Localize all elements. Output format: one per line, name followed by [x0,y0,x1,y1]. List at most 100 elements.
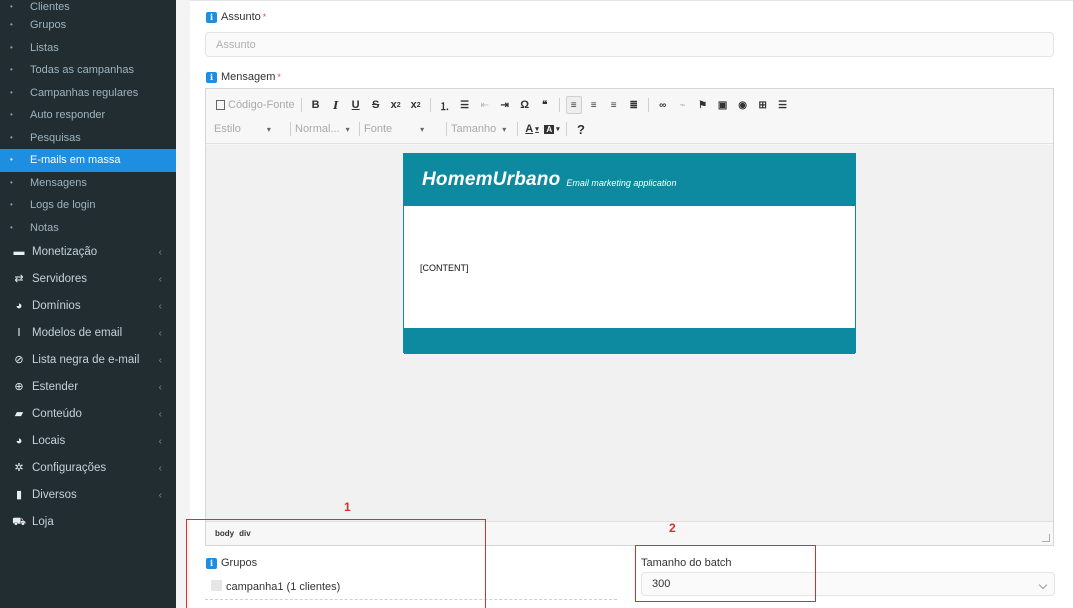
bold-icon[interactable]: B [308,96,324,114]
sidebar-subitem-label: Clientes [30,1,70,13]
chevron-down-icon: ▾ [266,124,271,134]
chevron-down-icon: ▾ [502,124,507,134]
sidebar-item[interactable]: ◕ Domínios ‹ [0,293,176,320]
align-center-icon[interactable]: ≡ [586,96,602,114]
outdent-icon[interactable]: ⇤ [477,96,493,114]
sidebar-submenu: • Clientes • Grupos • Listas • Todas as campanh… [0,0,176,239]
anchor-flag-icon[interactable]: ⚑ [695,96,711,114]
source-icon [216,100,225,110]
chevron-down-icon: ▾ [420,124,425,134]
sidebar-item[interactable]: ▬ Monetização ‹ [0,239,176,266]
bullet-icon: • [10,200,13,209]
annotation-number-2: 2 [669,521,676,535]
bullet-icon: • [10,132,13,142]
globe-icon: ◕ [15,435,23,447]
sidebar-item[interactable]: ⊕ Estender ‹ [0,374,176,401]
annotation-box-1 [186,519,486,608]
chevron-left-icon: ‹ [158,382,162,393]
main-content: i Assunto * Assunto i Mensagem * Código-… [176,0,1073,608]
sidebar-item-label: Locais [32,435,66,447]
align-justify-icon[interactable]: ≣ [626,96,642,114]
sidebar-subitem[interactable]: • Auto responder [0,104,176,127]
text-height-icon: Ⅰ [17,327,21,339]
sidebar-item[interactable]: ▮ Diversos ‹ [0,482,176,509]
sidebar-subitem[interactable]: • Listas [0,37,176,60]
annotation-number-1: 1 [344,500,351,514]
background-color-icon[interactable]: A ▾ [544,120,560,138]
size-combo-label: Tamanho [451,123,497,135]
source-button[interactable]: Código-Fonte [216,96,295,114]
sidebar-item-label: Loja [32,516,54,528]
help-button[interactable]: ? [573,120,589,138]
sidebar-subitem[interactable]: • Logs de login [0,194,176,217]
sidebar-item[interactable]: ✲ Configurações ‹ [0,455,176,482]
sidebar-item[interactable]: ▰ Conteúdo ‹ [0,401,176,428]
align-right-icon[interactable]: ≡ [606,96,622,114]
bullet-icon: • [10,110,13,119]
indent-icon[interactable]: ⇥ [497,96,513,114]
editor-canvas[interactable]: HomemUrbano Email marketing application … [206,145,1053,521]
text-color-icon[interactable]: A ▾ [524,120,540,138]
sidebar-subitem[interactable]: • Campanhas regulares [0,82,176,105]
sidebar-subitem[interactable]: • Todas as campanhas [0,59,176,82]
sidebar-item[interactable]: ⇄ Servidores ‹ [0,266,176,293]
underline-icon[interactable]: U [348,96,364,114]
exchange-icon: ⇄ [14,273,24,285]
chevron-down-icon: ▾ [345,124,350,134]
toolbar-separator [290,122,291,136]
special-char-icon[interactable]: Ω [517,96,533,114]
bullet-icon: • [10,155,13,164]
image-icon[interactable]: ▣ [715,96,731,114]
email-brand: HomemUrbano [422,169,561,190]
email-footer [404,328,855,354]
rich-text-editor: Código-Fonte B I U S x2 x2 ⒈ ☰ ⇤ ⇥ Ω ❝ ≡… [205,88,1054,546]
horizontal-rule-icon[interactable]: ☰ [775,96,791,114]
shopping-cart-icon: ⛟ [12,516,26,528]
chevron-left-icon: ‹ [158,247,162,258]
flash-icon[interactable]: ◉ [735,96,751,114]
superscript-icon[interactable]: x2 [408,96,424,114]
italic-icon[interactable]: I [328,96,344,114]
chevron-left-icon: ‹ [158,328,162,339]
sidebar-subitem-label: E-mails em massa [30,154,121,166]
bullet-list-icon[interactable]: ☰ [457,96,473,114]
sidebar-subitem[interactable]: • E-mails em massa [0,149,176,172]
resize-handle[interactable] [1042,534,1050,542]
sidebar-item[interactable]: Ⅰ Modelos de email ‹ [0,320,176,347]
block-quote-icon[interactable]: ❝ [537,96,553,114]
sidebar-subitem-label: Pesquisas [30,131,81,144]
style-combo[interactable]: Estilo ▾ [214,120,286,138]
subscript-icon[interactable]: x2 [388,96,404,114]
numbered-list-icon[interactable]: ⒈ [437,96,453,114]
unlink-icon[interactable]: ⌁ [675,96,691,114]
sidebar-subitem[interactable]: • Clientes [0,0,176,14]
sidebar-item[interactable]: ⛟ Loja [0,509,176,536]
size-combo[interactable]: Tamanho ▾ [451,120,513,138]
bullet-icon: • [10,177,13,187]
strikethrough-icon[interactable]: S [368,96,384,114]
info-icon: i [206,11,217,23]
sidebar-subitem[interactable]: • Pesquisas [0,127,176,150]
align-left-icon[interactable]: ≡ [565,96,582,114]
sidebar-subitem[interactable]: • Mensagens [0,172,176,195]
required-mark: * [262,12,267,22]
source-button-label: Código-Fonte [228,99,295,111]
toolbar-separator [300,98,302,112]
bullet-icon: • [10,2,13,11]
sidebar-item-label: Modelos de email [32,327,123,339]
sidebar-subitem[interactable]: • Notas [0,217,176,240]
format-combo[interactable]: Normal... ▾ [295,120,355,138]
email-tagline: Email marketing application [566,177,677,188]
email-header: HomemUrbano Email marketing application [404,154,855,206]
chevron-left-icon: ‹ [158,490,162,501]
sidebar-item[interactable]: ◕ Locais ‹ [0,428,176,455]
sidebar-item[interactable]: ⊘ Lista negra de e-mail ‹ [0,347,176,374]
table-icon[interactable]: ⊞ [755,96,771,114]
font-combo[interactable]: Fonte ▾ [364,120,442,138]
link-icon[interactable]: ∞ [655,96,671,114]
sidebar-item-label: Servidores [32,273,87,285]
subject-input[interactable]: Assunto [205,32,1054,57]
sidebar-subitem[interactable]: • Grupos [0,14,176,37]
plus-circle-icon: ⊕ [14,381,24,393]
font-combo-label: Fonte [364,123,393,135]
